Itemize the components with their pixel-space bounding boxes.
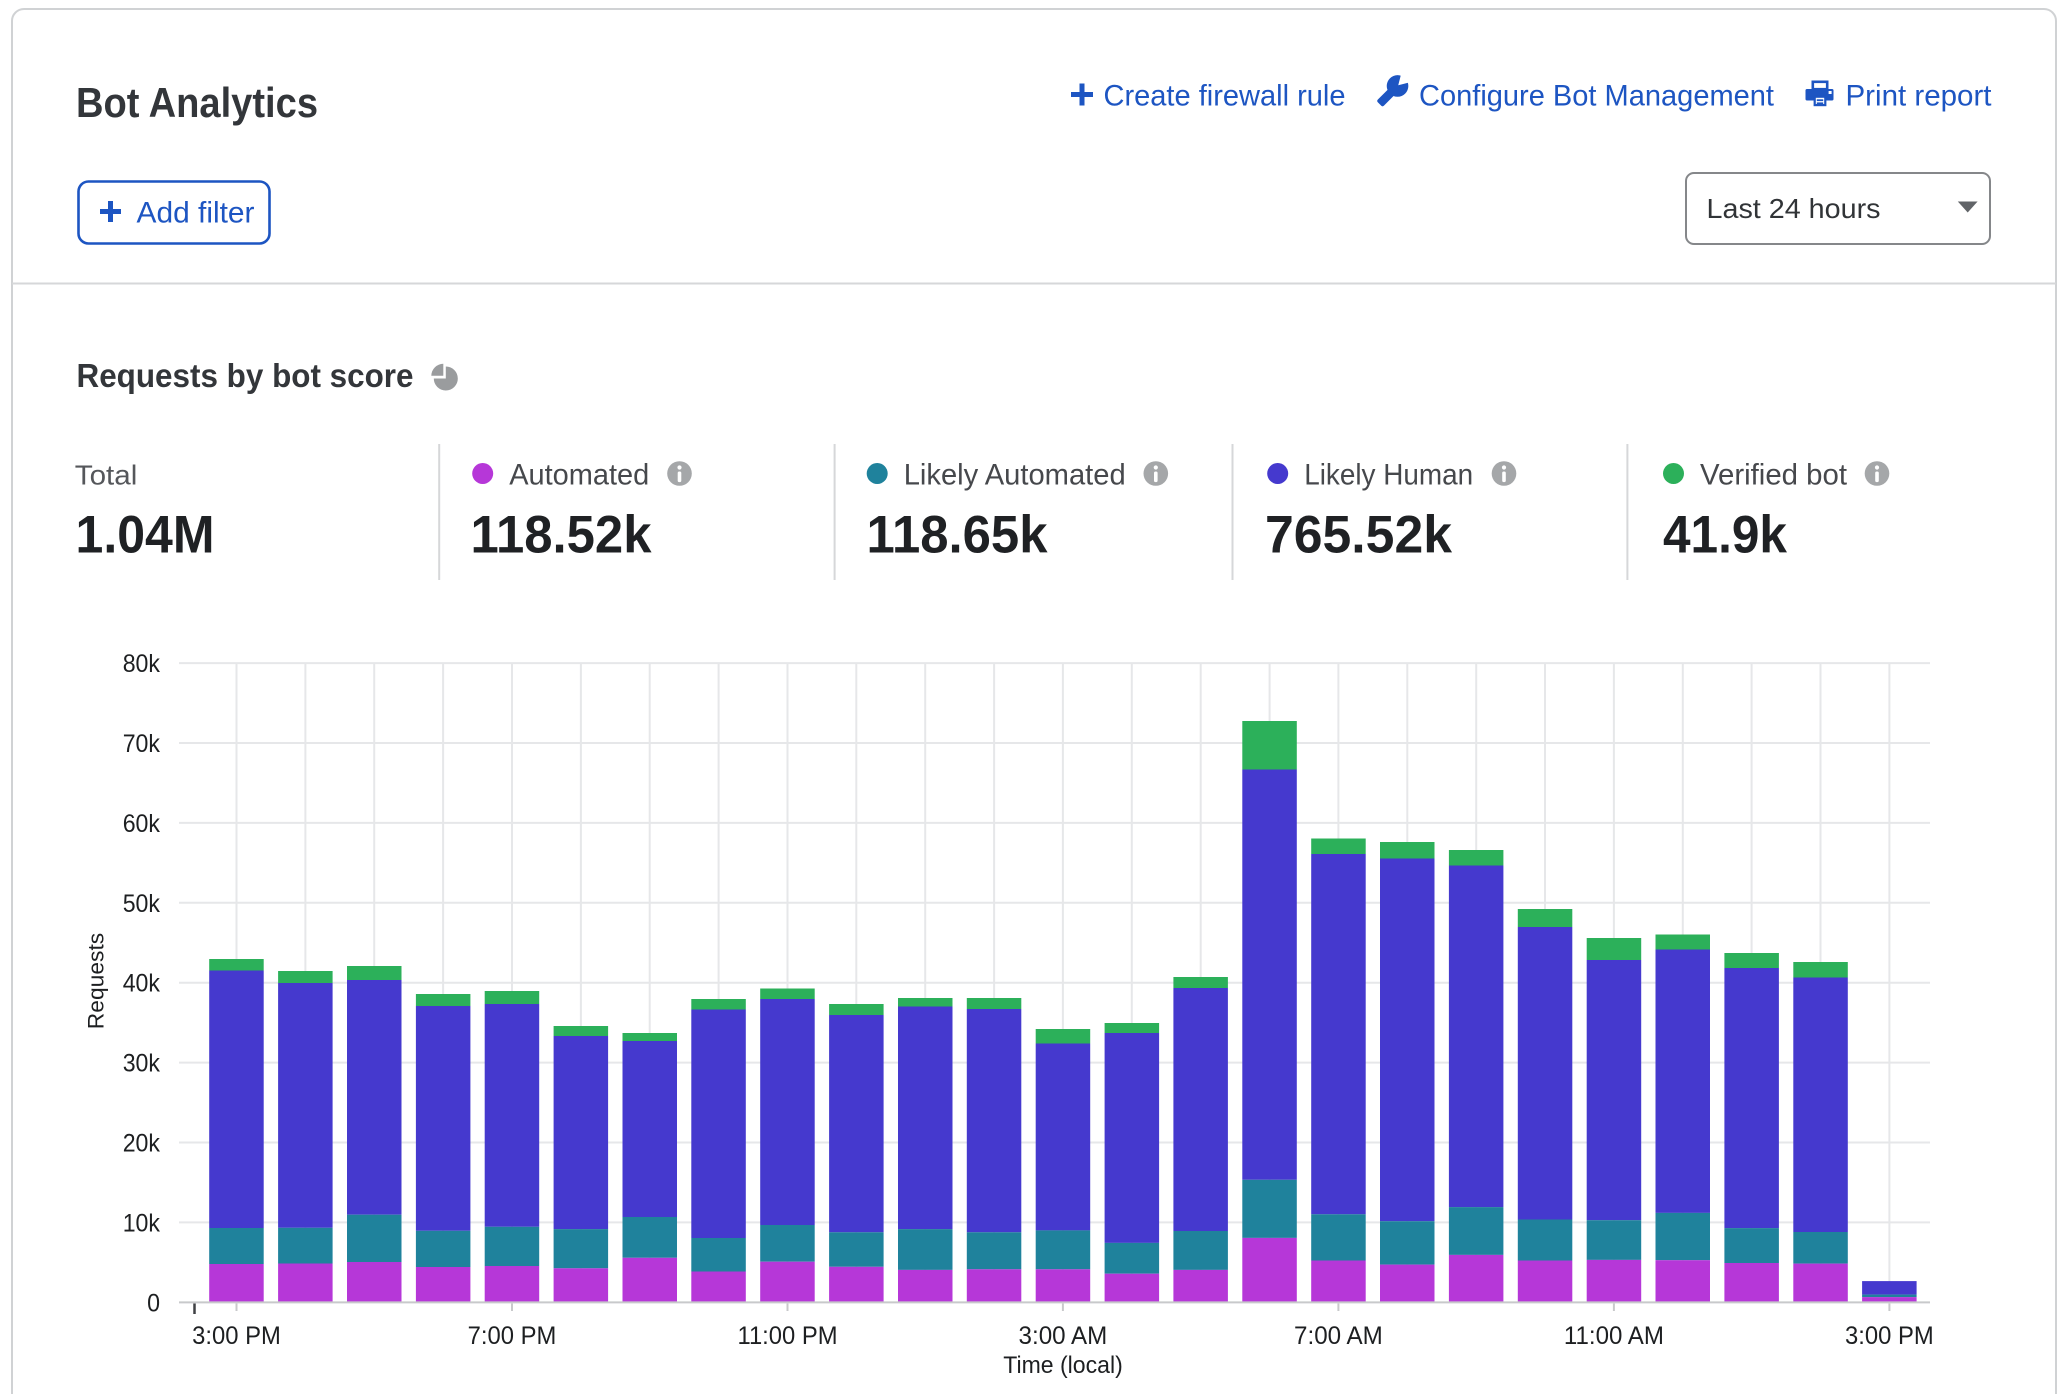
svg-text:41.9k: 41.9k [1663, 506, 1787, 565]
svg-text:7:00 AM: 7:00 AM [1294, 1322, 1383, 1350]
svg-text:3:00 AM: 3:00 AM [1019, 1322, 1108, 1350]
svg-text:20k: 20k [123, 1130, 161, 1158]
svg-text:Likely Automated: Likely Automated [904, 458, 1126, 491]
svg-text:7:00 PM: 7:00 PM [468, 1322, 557, 1350]
svg-text:Requests by bot score: Requests by bot score [77, 357, 414, 394]
svg-text:Configure Bot Management: Configure Bot Management [1419, 80, 1775, 113]
svg-text:Bot Analytics: Bot Analytics [76, 79, 318, 126]
svg-text:10k: 10k [123, 1209, 161, 1237]
svg-text:118.52k: 118.52k [471, 506, 652, 565]
svg-text:1.04M: 1.04M [76, 506, 215, 565]
svg-text:11:00 AM: 11:00 AM [1564, 1322, 1664, 1350]
svg-text:Likely Human: Likely Human [1304, 458, 1473, 491]
svg-text:Total: Total [75, 459, 138, 490]
svg-text:50k: 50k [123, 890, 161, 918]
svg-text:3:00 PM: 3:00 PM [192, 1322, 281, 1350]
svg-text:11:00 PM: 11:00 PM [738, 1322, 838, 1350]
svg-text:3:00 PM: 3:00 PM [1845, 1322, 1934, 1350]
svg-text:80k: 80k [123, 650, 161, 678]
svg-text:30k: 30k [123, 1050, 161, 1078]
svg-text:40k: 40k [123, 970, 161, 998]
svg-text:Print report: Print report [1846, 80, 1993, 113]
svg-text:Requests: Requests [84, 933, 109, 1029]
svg-text:Automated: Automated [509, 458, 649, 491]
svg-text:118.65k: 118.65k [867, 506, 1048, 565]
svg-text:Verified bot: Verified bot [1700, 458, 1848, 491]
svg-text:765.52k: 765.52k [1265, 506, 1452, 565]
svg-text:Create firewall rule: Create firewall rule [1104, 80, 1346, 113]
svg-text:0: 0 [147, 1289, 160, 1317]
svg-text:60k: 60k [123, 810, 161, 838]
svg-text:Add filter: Add filter [137, 197, 255, 230]
svg-text:Time (local): Time (local) [1003, 1352, 1123, 1379]
svg-text:Last 24 hours: Last 24 hours [1707, 193, 1881, 224]
svg-text:70k: 70k [123, 730, 161, 758]
